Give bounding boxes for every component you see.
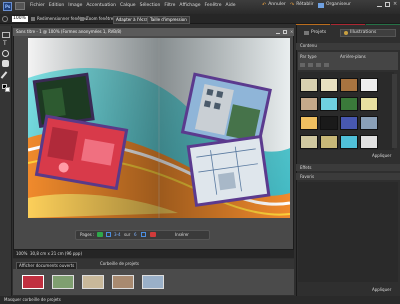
filter-icon[interactable] bbox=[316, 63, 321, 67]
page-total: 6 bbox=[134, 232, 137, 237]
tab-illustrations[interactable]: Illustrations bbox=[340, 29, 396, 37]
content-thumbnail[interactable] bbox=[340, 97, 358, 111]
content-thumbnail[interactable] bbox=[320, 135, 338, 149]
content-thumbnail[interactable] bbox=[360, 116, 378, 130]
effets-header[interactable] bbox=[296, 164, 400, 171]
zoom-windows-label: Zoom fenêtres bbox=[86, 16, 116, 21]
undo-icon: ↶ bbox=[262, 2, 267, 8]
resize-checkbox[interactable] bbox=[31, 17, 35, 21]
zoom-icon[interactable] bbox=[2, 50, 9, 57]
redo-icon: ↷ bbox=[290, 2, 295, 8]
content-thumbnail[interactable] bbox=[360, 78, 378, 92]
menu-accentuation[interactable]: Accentuation bbox=[86, 3, 116, 9]
filter-category-select[interactable]: Arrière-plans bbox=[340, 55, 366, 59]
bin-thumbnail[interactable] bbox=[22, 275, 44, 289]
mode-icon[interactable] bbox=[15, 2, 25, 10]
content-thumbnail[interactable] bbox=[300, 97, 318, 111]
illustrations-icon bbox=[344, 31, 348, 35]
content-thumbnail[interactable] bbox=[360, 135, 378, 149]
photo-frame-blueprint[interactable] bbox=[186, 134, 271, 207]
minimize-icon[interactable] bbox=[377, 2, 382, 7]
print-size-button[interactable]: Taille d'impression bbox=[147, 16, 190, 24]
favoris-area bbox=[298, 182, 398, 282]
doc-maximize-icon[interactable] bbox=[283, 30, 287, 34]
apply-button[interactable]: Appliquer bbox=[372, 154, 391, 158]
next-page-icon[interactable] bbox=[141, 232, 146, 237]
content-thumbnail[interactable] bbox=[300, 135, 318, 149]
pages-label: Pages : bbox=[80, 232, 95, 237]
favoris-title: Favoris bbox=[300, 174, 315, 179]
filter-icon[interactable] bbox=[300, 63, 305, 67]
menu-fichier[interactable]: Fichier bbox=[30, 3, 45, 9]
content-thumbnail[interactable] bbox=[340, 78, 358, 92]
filter-icon[interactable] bbox=[308, 63, 313, 67]
doc-close-icon[interactable]: × bbox=[290, 30, 294, 34]
bin-thumbnail[interactable] bbox=[82, 275, 104, 289]
organizer-icon bbox=[318, 3, 324, 8]
menu-image[interactable]: Image bbox=[68, 3, 82, 9]
page-of-label: sur bbox=[124, 232, 131, 237]
photo-book-canvas[interactable] bbox=[28, 38, 290, 218]
menu-calque[interactable]: Calque bbox=[120, 3, 136, 9]
maximize-icon[interactable] bbox=[385, 2, 390, 7]
contenu-title: Contenu bbox=[300, 43, 317, 48]
filter-icons-row bbox=[300, 63, 396, 68]
content-thumbnail[interactable] bbox=[320, 97, 338, 111]
type-tool-icon[interactable]: T bbox=[3, 41, 7, 47]
zoom-field[interactable]: 100% bbox=[12, 16, 28, 22]
page-current[interactable]: 3-4 bbox=[114, 233, 121, 237]
filter-icon[interactable] bbox=[324, 63, 329, 67]
apply-favoris-button[interactable]: Appliquer bbox=[372, 288, 391, 292]
status-dimensions: 30,8 cm x 21 cm (96 ppp) bbox=[30, 251, 83, 256]
project-bin-label: Corbeille de projets bbox=[100, 261, 139, 266]
content-thumbnail[interactable] bbox=[340, 116, 358, 130]
add-page-icon[interactable] bbox=[97, 232, 103, 237]
doc-minimize-icon[interactable] bbox=[276, 30, 280, 34]
content-scrollbar[interactable] bbox=[392, 74, 397, 148]
move-icon[interactable] bbox=[2, 32, 10, 38]
content-thumbnail[interactable] bbox=[300, 78, 318, 92]
previous-page-icon[interactable] bbox=[106, 232, 111, 237]
status-zoom: 100% bbox=[16, 251, 28, 256]
menu-fenetre[interactable]: Fenêtre bbox=[205, 3, 222, 9]
content-thumbnail[interactable] bbox=[360, 97, 378, 111]
organizer-button[interactable]: Organiseur bbox=[318, 3, 351, 8]
document-window-controls: × bbox=[276, 30, 294, 34]
content-thumbnail[interactable] bbox=[320, 116, 338, 130]
menu-bar: Fichier Edition Image Accentuation Calqu… bbox=[30, 3, 236, 9]
menu-selection[interactable]: Sélection bbox=[140, 3, 161, 9]
bin-thumbnail[interactable] bbox=[112, 275, 134, 289]
filter-type-select[interactable]: Par type bbox=[300, 55, 317, 59]
menu-filtre[interactable]: Filtre bbox=[164, 3, 175, 9]
delete-page-icon[interactable] bbox=[150, 232, 156, 237]
document-title: Sans titre - 1 @ 100% (Formes anonymées … bbox=[16, 29, 122, 34]
zoom-tool-icon bbox=[2, 16, 8, 22]
close-icon[interactable]: × bbox=[393, 2, 398, 7]
insert-button[interactable]: Insérer bbox=[175, 233, 189, 237]
bin-thumbnail[interactable] bbox=[52, 275, 74, 289]
hand-icon[interactable] bbox=[2, 60, 9, 67]
background-swatch-icon[interactable] bbox=[5, 87, 10, 92]
tab-projets[interactable]: Projets bbox=[304, 30, 326, 36]
zoom-windows-checkbox[interactable] bbox=[80, 17, 84, 21]
content-thumbnail[interactable] bbox=[320, 78, 338, 92]
content-thumbnail[interactable] bbox=[300, 116, 318, 130]
menu-aide[interactable]: Aide bbox=[226, 3, 236, 9]
projects-icon bbox=[304, 31, 309, 36]
bin-thumbnail[interactable] bbox=[142, 275, 164, 289]
menu-affichage[interactable]: Affichage bbox=[179, 3, 200, 9]
window-controls: × bbox=[368, 2, 398, 8]
undo-button[interactable]: ↶ Annuler bbox=[262, 3, 286, 8]
effets-title: Effets bbox=[300, 165, 312, 170]
content-thumbnail[interactable] bbox=[340, 135, 358, 149]
app-window: Ps Fichier Edition Image Accentuation Ca… bbox=[0, 0, 400, 304]
hide-project-bin-button[interactable]: Masquer corbeille de projets bbox=[4, 298, 61, 302]
redo-button[interactable]: ↷ Rétablir bbox=[290, 3, 314, 8]
photoshop-logo-icon: Ps bbox=[3, 2, 12, 11]
menu-edition[interactable]: Edition bbox=[49, 3, 65, 9]
